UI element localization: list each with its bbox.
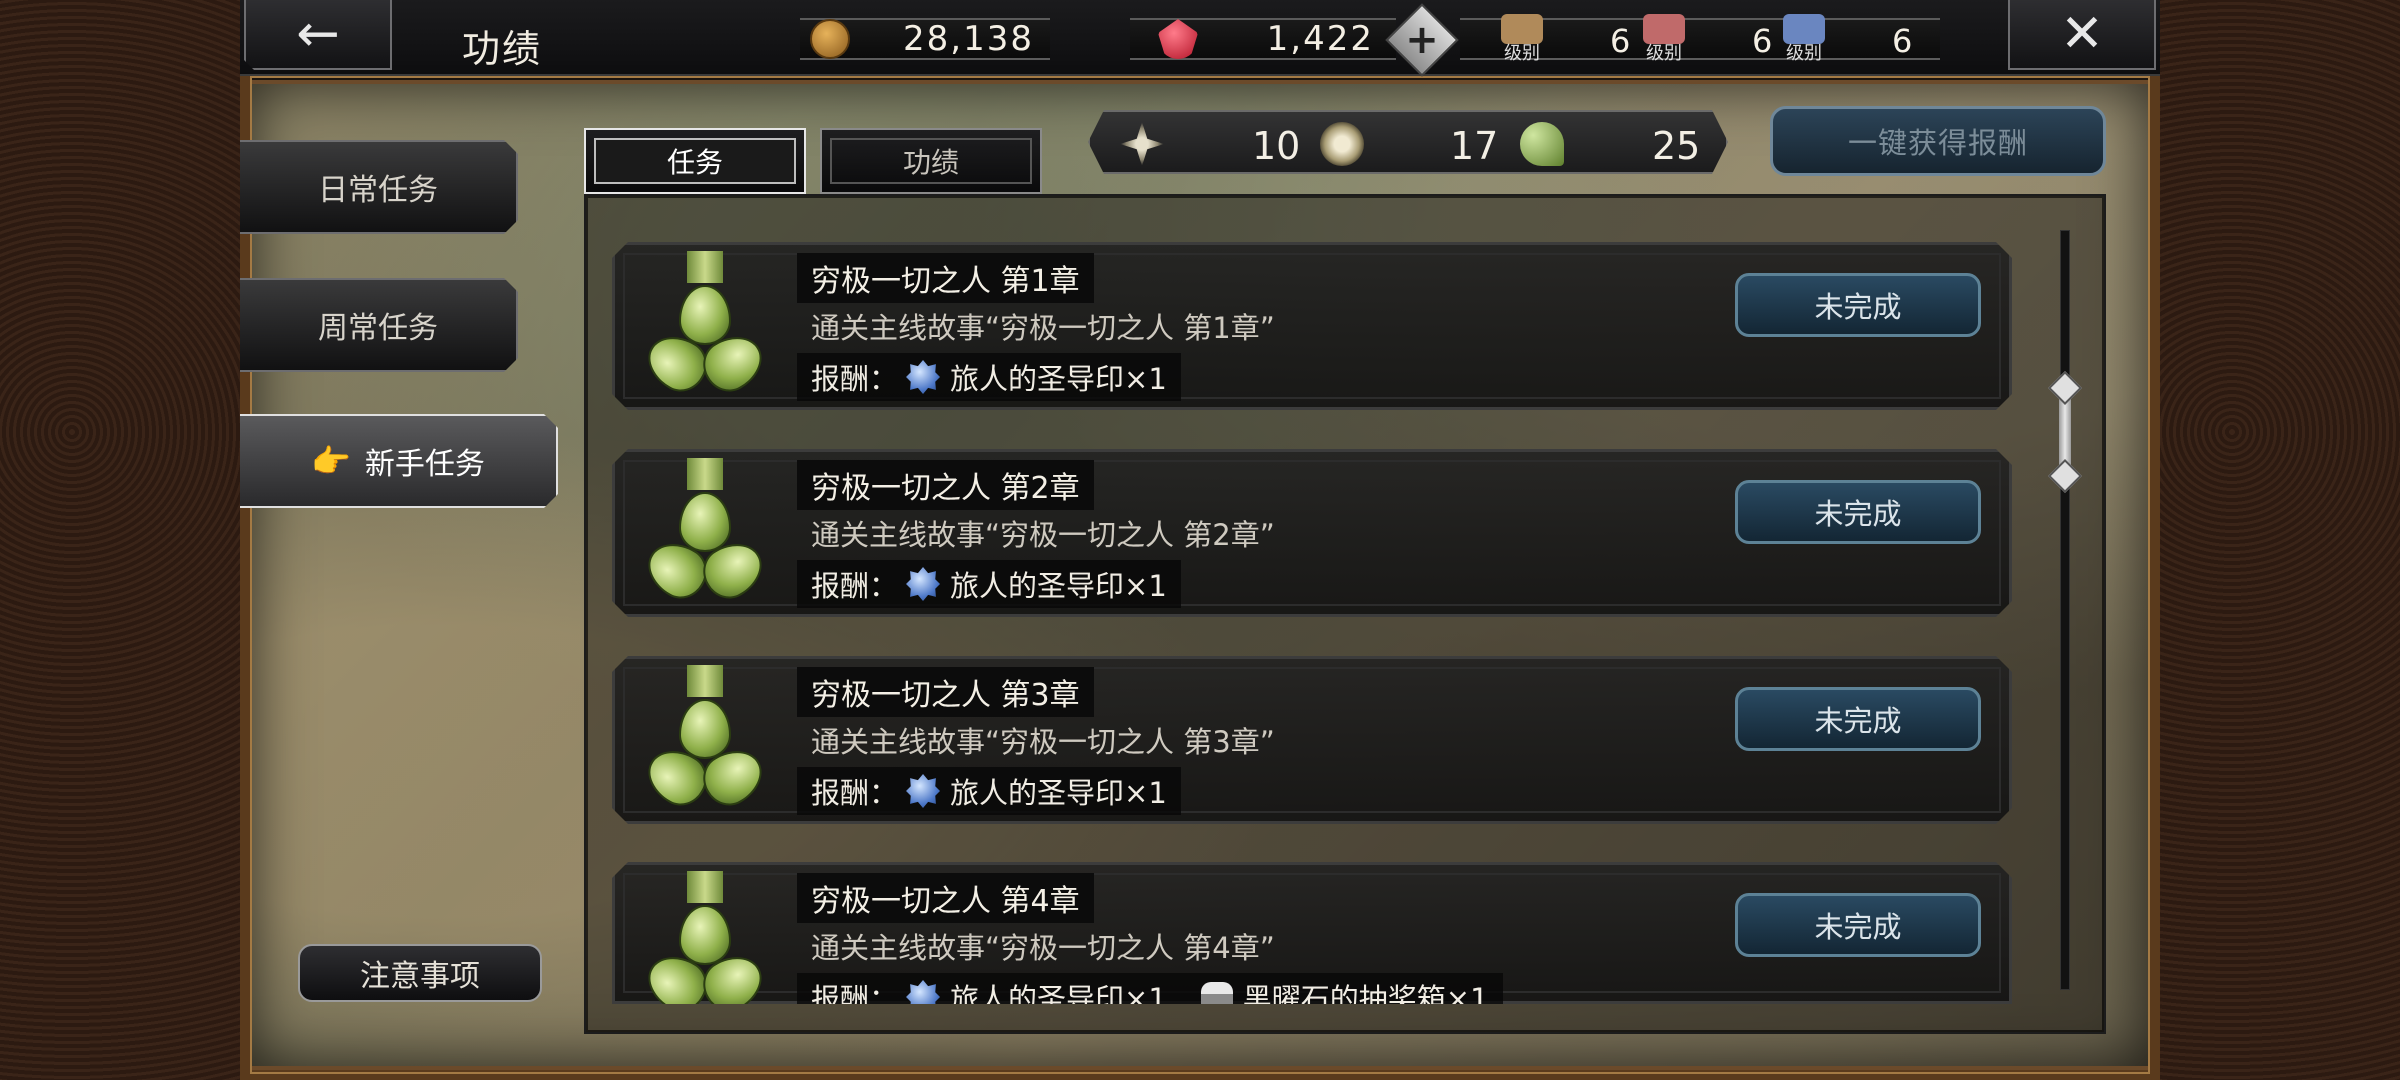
clover-medal-icon: [645, 458, 765, 598]
gem-value: 1,422: [1266, 19, 1374, 59]
holy-seal-icon: [906, 360, 940, 394]
tab-tasks[interactable]: 任务: [584, 128, 806, 194]
sidebar-item-daily[interactable]: 日常任务: [240, 140, 518, 234]
task-description: 通关主线故事“穷极一切之人 第2章”: [811, 518, 1275, 552]
sun-medal-count: 17: [1450, 124, 1499, 168]
game-frame: ← 功绩 28,138 1,422 + 级别 6 级别 6 级别 6 ✕ 日常任…: [240, 0, 2160, 1080]
status-button[interactable]: 未完成: [1735, 893, 1981, 957]
clover-medal-count: 25: [1652, 124, 1701, 168]
list-item: 穷极一切之人 第4章 通关主线故事“穷极一切之人 第4章” 报酬： 旅人的圣导印…: [612, 862, 2012, 1004]
star-medal-count: 10: [1252, 124, 1301, 168]
task-title: 穷极一切之人 第4章: [797, 873, 1094, 923]
scrollbar-thumb[interactable]: [2048, 371, 2082, 493]
sidebar-item-beginner[interactable]: 👉 新手任务: [240, 414, 558, 508]
task-reward: 报酬： 旅人的圣导印×1: [797, 353, 1181, 401]
task-description: 通关主线故事“穷极一切之人 第3章”: [811, 725, 1275, 759]
level-badge-1: 级别: [1498, 14, 1546, 70]
level-value-2: 6: [1752, 22, 1773, 60]
medal-counters: 10 17 25: [1088, 110, 1728, 174]
pointing-hand-icon: 👉: [311, 442, 351, 480]
back-button[interactable]: ←: [244, 0, 392, 70]
list-item: 穷极一切之人 第2章 通关主线故事“穷极一切之人 第2章” 报酬： 旅人的圣导印…: [612, 449, 2012, 617]
status-button[interactable]: 未完成: [1735, 273, 1981, 337]
list-item: 穷极一切之人 第3章 通关主线故事“穷极一切之人 第3章” 报酬： 旅人的圣导印…: [612, 656, 2012, 824]
level-badge-3: 级别: [1780, 14, 1828, 70]
close-icon: ✕: [2060, 4, 2104, 64]
gem-counter: 1,422: [1130, 18, 1396, 60]
star-medal-icon: [1120, 122, 1164, 166]
sidebar-item-label: 周常任务: [318, 311, 438, 346]
task-title: 穷极一切之人 第3章: [797, 667, 1094, 717]
level-emblem-3-icon: [1783, 14, 1825, 44]
left-pillarbox: [0, 0, 240, 1080]
task-reward: 报酬： 旅人的圣导印×1: [797, 767, 1181, 815]
back-arrow-icon: ←: [296, 4, 340, 64]
sidebar-item-label: 新手任务: [364, 447, 485, 482]
clover-medal-icon: [1520, 122, 1564, 166]
claim-all-button[interactable]: 一键获得报酬: [1770, 106, 2106, 176]
list-item: 穷极一切之人 第1章 通关主线故事“穷极一切之人 第1章” 报酬： 旅人的圣导印…: [612, 242, 2012, 410]
level-badge-2: 级别: [1640, 14, 1688, 70]
clover-medal-icon: [645, 665, 765, 805]
task-reward: 报酬： 旅人的圣导印×1: [797, 560, 1181, 608]
sidebar-item-label: 日常任务: [318, 173, 438, 208]
right-pillarbox: [2160, 0, 2400, 1080]
gem-icon: [1158, 19, 1198, 59]
holy-seal-icon: [906, 774, 940, 808]
level-emblem-2-icon: [1643, 14, 1685, 44]
task-description: 通关主线故事“穷极一切之人 第4章”: [811, 931, 1275, 965]
coin-icon: [810, 19, 850, 59]
sun-medal-icon: [1320, 122, 1364, 166]
tab-achievements[interactable]: 功绩: [820, 128, 1042, 194]
clover-medal-icon: [645, 871, 765, 1011]
plus-icon: +: [1405, 17, 1439, 63]
level-value-1: 6: [1610, 22, 1631, 60]
sidebar-item-weekly[interactable]: 周常任务: [240, 278, 518, 372]
top-bar: ← 功绩 28,138 1,422 + 级别 6 级别 6 级别 6 ✕: [240, 0, 2160, 77]
scrollbar-track[interactable]: [2060, 230, 2070, 990]
coin-counter: 28,138: [800, 18, 1050, 60]
level-emblem-1-icon: [1501, 14, 1543, 44]
task-title: 穷极一切之人 第2章: [797, 460, 1094, 510]
notice-button[interactable]: 注意事项: [298, 944, 542, 1002]
task-title: 穷极一切之人 第1章: [797, 253, 1094, 303]
status-button[interactable]: 未完成: [1735, 687, 1981, 751]
task-description: 通关主线故事“穷极一切之人 第1章”: [811, 311, 1275, 345]
close-button[interactable]: ✕: [2008, 0, 2156, 70]
coin-value: 28,138: [903, 19, 1034, 59]
holy-seal-icon: [906, 567, 940, 601]
page-title: 功绩: [462, 27, 543, 71]
clover-medal-icon: [645, 251, 765, 391]
level-value-3: 6: [1892, 22, 1913, 60]
status-button[interactable]: 未完成: [1735, 480, 1981, 544]
